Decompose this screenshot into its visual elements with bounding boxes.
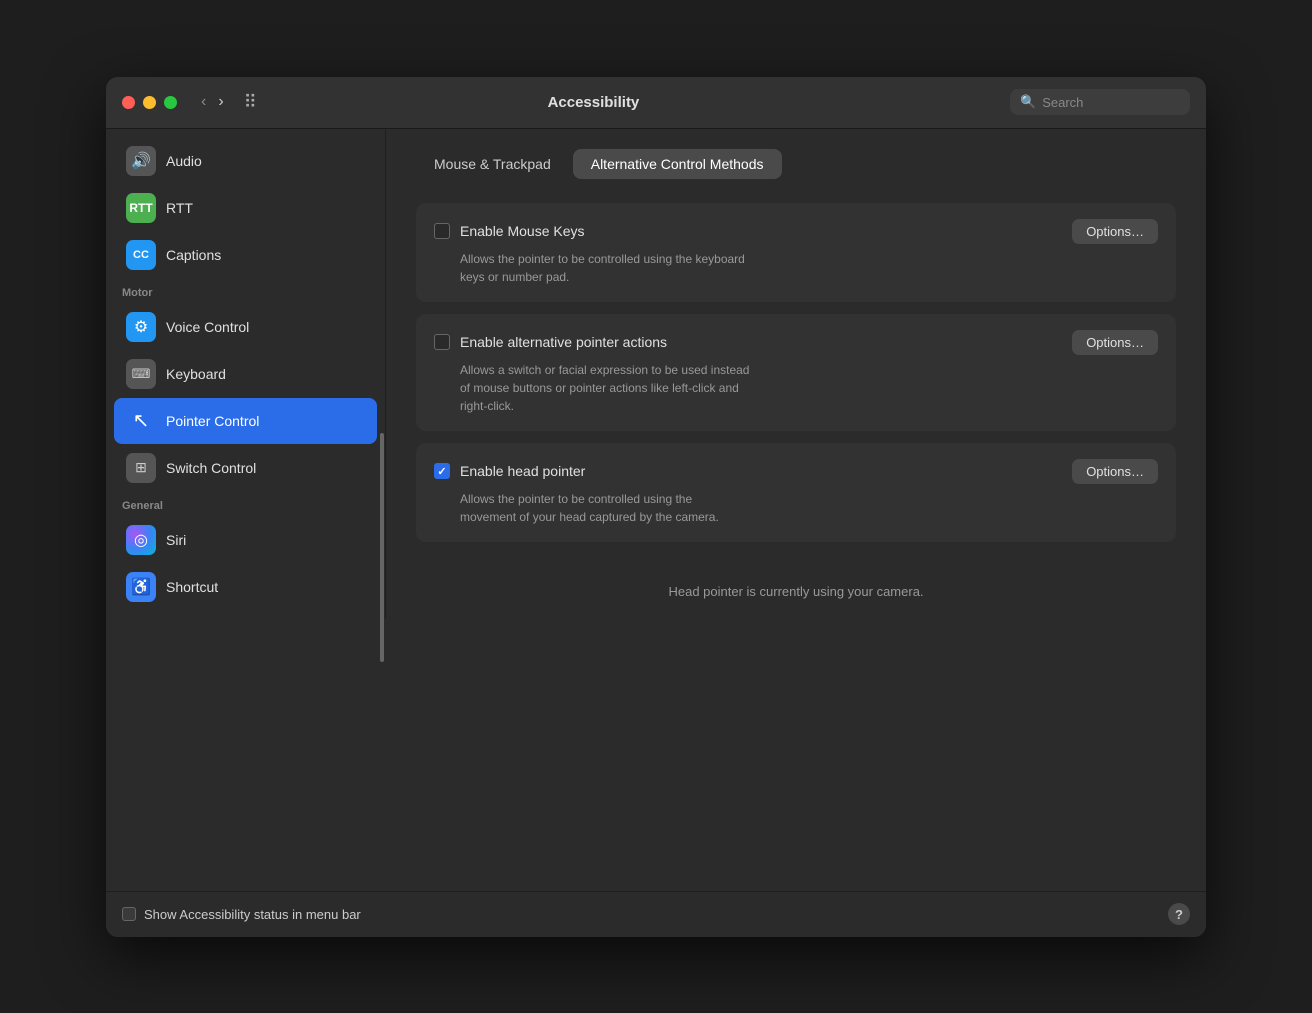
setting-left-alt-pointer: Enable alternative pointer actions (434, 334, 1072, 350)
setting-header-head-pointer: Enable head pointer Options… (434, 459, 1158, 484)
setting-header-alt-pointer: Enable alternative pointer actions Optio… (434, 330, 1158, 355)
shortcut-icon: ♿ (126, 572, 156, 602)
setting-block-mouse-keys: Enable Mouse Keys Options… Allows the po… (416, 203, 1176, 302)
section-label-motor: Motor (106, 279, 385, 303)
section-label-general: General (106, 492, 385, 516)
head-pointer-description: Allows the pointer to be controlled usin… (460, 490, 1158, 526)
voice-control-icon: ⚙ (126, 312, 156, 342)
sidebar-item-label: Captions (166, 247, 221, 263)
sidebar-wrapper: 🔊 Audio RTT RTT CC Captions Motor ⚙ (106, 129, 386, 891)
mouse-keys-checkbox[interactable] (434, 223, 450, 239)
menu-bar-label: Show Accessibility status in menu bar (144, 907, 361, 922)
bottom-bar: Show Accessibility status in menu bar ? (106, 891, 1206, 937)
main-content: Mouse & Trackpad Alternative Control Met… (386, 129, 1206, 891)
sidebar-item-pointer-control[interactable]: ↖ Pointer Control (114, 398, 377, 444)
setting-header-mouse-keys: Enable Mouse Keys Options… (434, 219, 1158, 244)
sidebar-item-label: RTT (166, 200, 193, 216)
sidebar-item-shortcut[interactable]: ♿ Shortcut (114, 564, 377, 610)
tab-alternative-control[interactable]: Alternative Control Methods (573, 149, 782, 179)
captions-icon: CC (126, 240, 156, 270)
content-area: 🔊 Audio RTT RTT CC Captions Motor ⚙ (106, 129, 1206, 891)
main-window: ‹ › ⠿ Accessibility 🔍 🔊 Audio RTT RTT (106, 77, 1206, 937)
traffic-lights (122, 96, 177, 109)
sidebar-item-label: Audio (166, 153, 202, 169)
sidebar-item-audio[interactable]: 🔊 Audio (114, 138, 377, 184)
mouse-keys-title: Enable Mouse Keys (460, 223, 585, 239)
keyboard-icon: ⌨ (126, 359, 156, 389)
bottom-checkbox-area: Show Accessibility status in menu bar (122, 907, 1168, 922)
sidebar-item-label: Keyboard (166, 366, 226, 382)
tab-mouse-trackpad[interactable]: Mouse & Trackpad (416, 149, 569, 179)
sidebar-item-switch-control[interactable]: ⊞ Switch Control (114, 445, 377, 491)
head-pointer-options-button[interactable]: Options… (1072, 459, 1158, 484)
mouse-keys-options-button[interactable]: Options… (1072, 219, 1158, 244)
camera-status-text: Head pointer is currently using your cam… (416, 574, 1176, 609)
search-icon: 🔍 (1020, 94, 1036, 110)
sidebar-item-voice-control[interactable]: ⚙ Voice Control (114, 304, 377, 350)
setting-block-head-pointer: Enable head pointer Options… Allows the … (416, 443, 1176, 542)
search-box: 🔍 (1010, 89, 1190, 115)
sidebar-item-label: Siri (166, 532, 186, 548)
sidebar-item-label: Shortcut (166, 579, 218, 595)
sidebar-item-rtt[interactable]: RTT RTT (114, 185, 377, 231)
help-button[interactable]: ? (1168, 903, 1190, 925)
alt-pointer-description: Allows a switch or facial expression to … (460, 361, 1158, 415)
alt-pointer-title: Enable alternative pointer actions (460, 334, 667, 350)
minimize-button[interactable] (143, 96, 156, 109)
switch-control-icon: ⊞ (126, 453, 156, 483)
setting-left-mouse-keys: Enable Mouse Keys (434, 223, 1072, 239)
siri-icon: ◎ (126, 525, 156, 555)
window-title: Accessibility (177, 94, 1010, 111)
setting-block-alt-pointer: Enable alternative pointer actions Optio… (416, 314, 1176, 431)
alt-pointer-options-button[interactable]: Options… (1072, 330, 1158, 355)
sidebar: 🔊 Audio RTT RTT CC Captions Motor ⚙ (106, 129, 386, 619)
scrollbar-thumb[interactable] (380, 433, 384, 662)
menu-bar-checkbox[interactable] (122, 907, 136, 921)
alt-pointer-checkbox[interactable] (434, 334, 450, 350)
close-button[interactable] (122, 96, 135, 109)
sidebar-item-siri[interactable]: ◎ Siri (114, 517, 377, 563)
sidebar-item-label: Voice Control (166, 319, 249, 335)
sidebar-item-label: Pointer Control (166, 413, 259, 429)
pointer-control-icon: ↖ (126, 406, 156, 436)
search-input[interactable] (1042, 95, 1180, 110)
setting-left-head-pointer: Enable head pointer (434, 463, 1072, 479)
head-pointer-checkbox[interactable] (434, 463, 450, 479)
audio-icon: 🔊 (126, 146, 156, 176)
tab-bar: Mouse & Trackpad Alternative Control Met… (416, 149, 1176, 179)
head-pointer-title: Enable head pointer (460, 463, 585, 479)
fullscreen-button[interactable] (164, 96, 177, 109)
mouse-keys-description: Allows the pointer to be controlled usin… (460, 250, 1158, 286)
titlebar: ‹ › ⠿ Accessibility 🔍 (106, 77, 1206, 129)
rtt-icon: RTT (126, 193, 156, 223)
sidebar-item-keyboard[interactable]: ⌨ Keyboard (114, 351, 377, 397)
scrollbar-track (378, 129, 386, 891)
sidebar-item-label: Switch Control (166, 460, 256, 476)
sidebar-item-captions[interactable]: CC Captions (114, 232, 377, 278)
